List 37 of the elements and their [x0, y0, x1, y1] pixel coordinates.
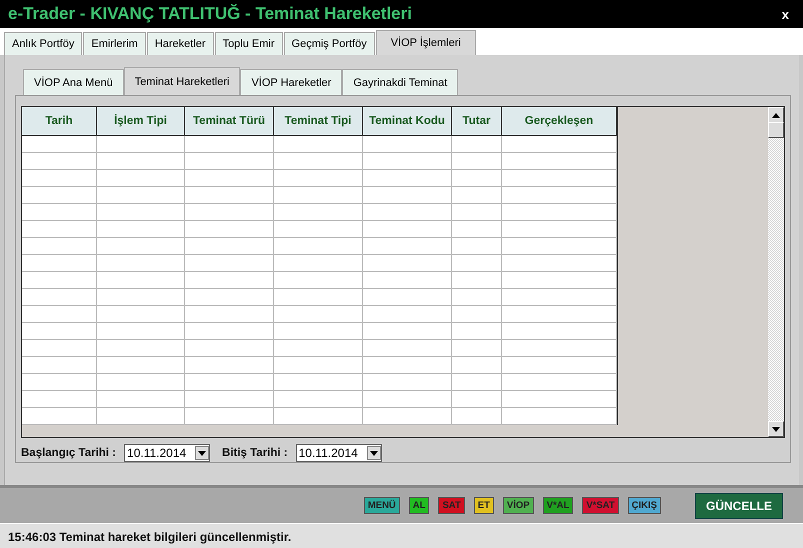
- sub-tab[interactable]: VİOP Hareketler: [240, 69, 342, 95]
- tab[interactable]: Toplu Emir: [214, 32, 283, 55]
- date-dropdown[interactable]: 10.11.2014: [296, 444, 382, 462]
- tab[interactable]: Hareketler: [146, 32, 214, 55]
- scroll-down-icon: [198, 450, 206, 456]
- scroll-down-icon: [370, 450, 378, 456]
- column-header: Teminat Türü: [185, 107, 274, 136]
- tab[interactable]: VİOP İşlemleri: [376, 30, 476, 55]
- window-title: e-Trader - KIVANÇ TATLITUĞ - Teminat Hareketleri: [8, 4, 412, 24]
- scrollbar[interactable]: [768, 107, 784, 437]
- date-dropdown[interactable]: 10.11.2014: [124, 444, 210, 462]
- column-header: Tarih: [22, 107, 97, 136]
- quick-button[interactable]: VİOP: [502, 497, 534, 514]
- quick-button[interactable]: MENÜ: [364, 497, 400, 514]
- column-header: Teminat Kodu: [363, 107, 452, 136]
- column-header: Tutar: [452, 107, 502, 136]
- column-header: Teminat Tipi: [274, 107, 363, 136]
- quick-button[interactable]: AL: [408, 497, 430, 514]
- column-header: İşlem Tipi: [97, 107, 185, 136]
- date-label: Başlangıç Tarihi :: [21, 447, 116, 459]
- quick-button[interactable]: V*AL: [542, 497, 574, 514]
- scroll-down-icon: [772, 426, 780, 432]
- column-header: Gerçekleşen: [502, 107, 617, 136]
- status-message: 15:46:03 Teminat hareket bilgileri güncellenmiştir.: [8, 530, 292, 544]
- tab[interactable]: Geçmiş Portföy: [284, 32, 375, 55]
- close-button[interactable]: x: [782, 6, 789, 22]
- quick-button[interactable]: ÇIKIŞ: [628, 497, 661, 514]
- tab[interactable]: Anlık Portföy: [4, 32, 82, 55]
- tab[interactable]: Emirlerim: [83, 32, 146, 55]
- date-label: Bitiş Tarihi :: [222, 447, 288, 459]
- sub-tab[interactable]: Gayrinakdi Teminat: [342, 69, 458, 95]
- sub-tab[interactable]: Teminat Hareketleri: [124, 67, 240, 95]
- update-button[interactable]: GÜNCELLE: [695, 492, 783, 518]
- scroll-up-icon: [772, 112, 780, 118]
- sub-tab[interactable]: VİOP Ana Menü: [23, 69, 124, 95]
- quick-button[interactable]: ET: [474, 497, 494, 514]
- scrollbar-thumb[interactable]: [768, 122, 784, 138]
